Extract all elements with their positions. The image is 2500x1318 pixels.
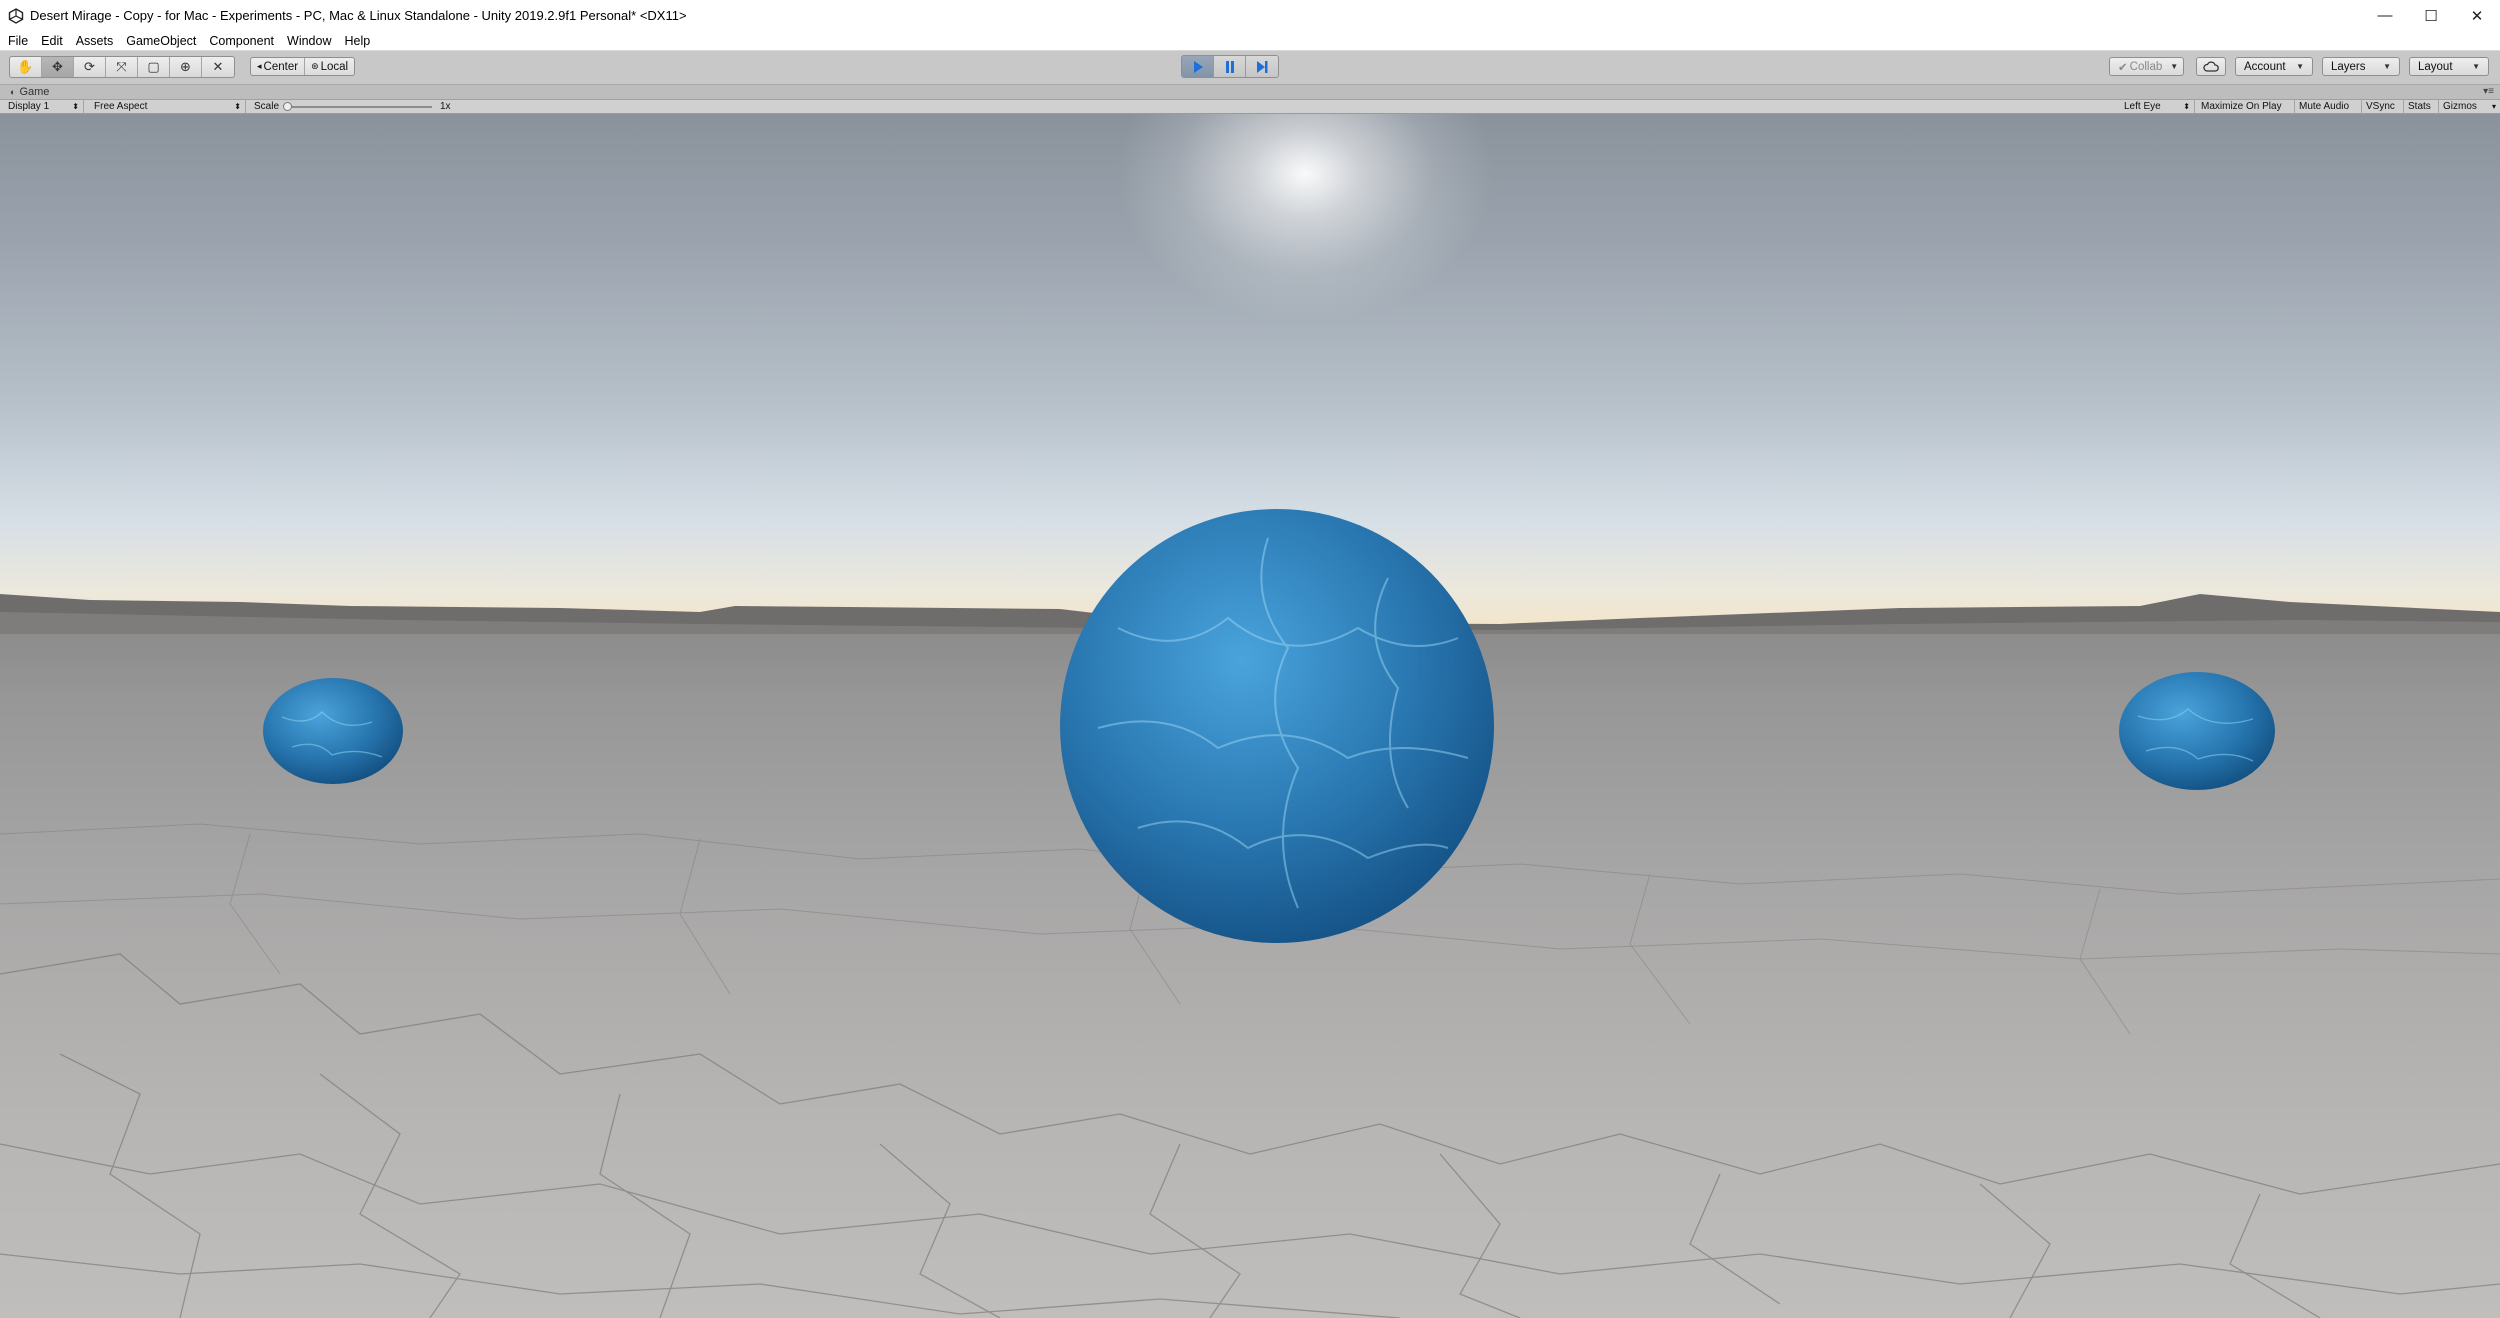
vsync-toggle[interactable]: VSync	[2362, 100, 2404, 113]
main-toolbar: ✋ ✥ ⟳ ⤧ ▢ ⊕ ✕ ◂ Center ⊛ Local ✔ Collab …	[0, 51, 2500, 85]
title-bar: Desert Mirage - Copy - for Mac - Experim…	[0, 0, 2500, 31]
hand-tool-button[interactable]: ✋	[10, 57, 42, 77]
aspect-label: Free Aspect	[94, 101, 148, 112]
stats-toggle[interactable]: Stats	[2404, 100, 2439, 113]
menu-gameobject[interactable]: GameObject	[126, 34, 196, 48]
aspect-dropdown[interactable]: Free Aspect ⬍	[90, 100, 246, 113]
custom-tool-button[interactable]: ✕	[202, 57, 234, 77]
move-tool-icon: ✥	[52, 59, 63, 74]
tab-strip: ◐ Game ▾≡	[0, 85, 2500, 100]
cloud-icon	[2203, 61, 2219, 72]
chevron-down-icon: ▾	[2491, 102, 2496, 111]
transform-tool-icon: ⊕	[180, 59, 191, 74]
scale-label: Scale	[254, 101, 280, 112]
window-controls: — ☐ ✕	[2362, 0, 2500, 31]
step-icon	[1257, 60, 1268, 73]
menu-assets[interactable]: Assets	[76, 34, 114, 48]
menu-component[interactable]: Component	[209, 34, 274, 48]
pivot-center-button[interactable]: ◂ Center	[251, 58, 306, 75]
scale-slider-thumb[interactable]	[283, 102, 292, 111]
play-button[interactable]	[1182, 56, 1214, 77]
blue-sphere-right	[2119, 672, 2275, 790]
display-label: Display 1	[8, 101, 50, 112]
mute-audio-toggle[interactable]: Mute Audio	[2295, 100, 2362, 113]
tab-menu-icon[interactable]: ▾≡	[2483, 86, 2494, 97]
cloud-button[interactable]	[2196, 57, 2226, 76]
game-controller-icon: ◐	[10, 87, 16, 97]
chevron-down-icon: ▼	[2383, 62, 2391, 71]
pivot-center-label: Center	[263, 60, 299, 73]
pause-button[interactable]	[1214, 56, 1246, 77]
game-view-toolbar: Display 1 ⬍ Free Aspect ⬍ Scale 1x Left …	[0, 100, 2500, 114]
move-tool-button[interactable]: ✥	[42, 57, 74, 77]
unity-icon	[8, 7, 24, 24]
layout-label: Layout	[2418, 60, 2453, 73]
maximize-on-play-label: Maximize On Play	[2201, 101, 2282, 112]
blue-sphere-left	[263, 678, 403, 784]
account-label: Account	[2244, 60, 2286, 73]
pivot-local-icon: ⊛	[311, 61, 319, 71]
pivot-local-label: Local	[320, 60, 349, 73]
updown-icon: ⬍	[2183, 102, 2190, 111]
collab-label: Collab	[2129, 60, 2163, 73]
vsync-label: VSync	[2366, 101, 2395, 112]
updown-icon: ⬍	[234, 102, 241, 111]
close-button[interactable]: ✕	[2454, 0, 2500, 31]
step-button[interactable]	[1246, 56, 1278, 77]
scale-slider-track[interactable]	[287, 106, 432, 108]
eye-label: Left Eye	[2124, 101, 2161, 112]
scale-tool-button[interactable]: ⤧	[106, 57, 138, 77]
pivot-center-icon: ◂	[257, 61, 262, 71]
account-dropdown[interactable]: Account ▼	[2235, 57, 2313, 76]
custom-tool-icon: ✕	[212, 59, 224, 74]
gizmos-dropdown[interactable]: Gizmos ▾	[2439, 100, 2500, 113]
rotate-tool-icon: ⟳	[84, 59, 95, 74]
mute-audio-label: Mute Audio	[2299, 101, 2350, 112]
layout-dropdown[interactable]: Layout ▼	[2409, 57, 2489, 76]
tab-game-label: Game	[19, 86, 50, 98]
scale-value: 1x	[440, 101, 451, 112]
minimize-button[interactable]: —	[2362, 0, 2408, 31]
menu-bar: File Edit Assets GameObject Component Wi…	[0, 31, 2500, 51]
transform-tool-button[interactable]: ⊕	[170, 57, 202, 77]
maximize-button[interactable]: ☐	[2408, 0, 2454, 31]
updown-icon: ⬍	[72, 102, 79, 111]
layers-label: Layers	[2331, 60, 2366, 73]
menu-file[interactable]: File	[8, 34, 28, 48]
sun-glow	[1115, 114, 1495, 324]
game-viewport[interactable]	[0, 114, 2500, 1318]
rect-tool-icon: ▢	[147, 59, 160, 74]
rect-tool-button[interactable]: ▢	[138, 57, 170, 77]
tab-game[interactable]: ◐ Game	[0, 86, 49, 98]
playback-controls	[1181, 55, 1279, 78]
gizmos-label: Gizmos	[2443, 101, 2477, 112]
eye-dropdown[interactable]: Left Eye ⬍	[2120, 100, 2195, 113]
menu-help[interactable]: Help	[344, 34, 370, 48]
pause-icon	[1225, 60, 1234, 73]
menu-edit[interactable]: Edit	[41, 34, 63, 48]
window-title: Desert Mirage - Copy - for Mac - Experim…	[30, 8, 687, 23]
collab-dropdown[interactable]: ✔ Collab ▼	[2109, 57, 2184, 76]
pivot-toggles: ◂ Center ⊛ Local	[250, 57, 356, 76]
layers-dropdown[interactable]: Layers ▼	[2322, 57, 2400, 76]
display-dropdown[interactable]: Display 1 ⬍	[4, 100, 84, 113]
rotate-tool-button[interactable]: ⟳	[74, 57, 106, 77]
chevron-down-icon: ▼	[2472, 62, 2480, 71]
chevron-down-icon: ▼	[2170, 62, 2179, 71]
transform-tools: ✋ ✥ ⟳ ⤧ ▢ ⊕ ✕	[9, 56, 235, 78]
play-icon	[1193, 60, 1203, 73]
pivot-local-button[interactable]: ⊛ Local	[305, 58, 354, 75]
stats-label: Stats	[2408, 101, 2431, 112]
blue-sphere-center	[1060, 509, 1494, 943]
maximize-on-play-toggle[interactable]: Maximize On Play	[2197, 100, 2295, 113]
chevron-down-icon: ▼	[2296, 62, 2304, 71]
collab-check-icon: ✔	[2118, 61, 2128, 74]
hand-tool-icon: ✋	[17, 59, 34, 74]
menu-window[interactable]: Window	[287, 34, 331, 48]
scale-tool-icon: ⤧	[116, 59, 127, 74]
